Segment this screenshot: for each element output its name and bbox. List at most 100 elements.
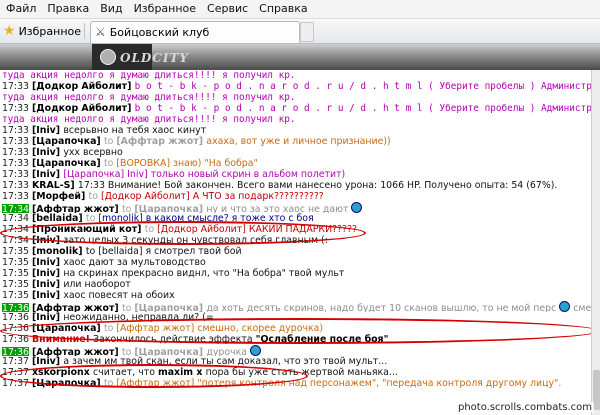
chat-text: ухх всервно	[63, 147, 123, 158]
chat-message: 17:36 [Аффтар жжот] to [Царапочка] да хо…	[0, 301, 591, 312]
chat-text: 17:35	[2, 246, 32, 257]
highlight-ring	[0, 221, 366, 245]
chat-message: 17:35 [Iniv] на скринах прекрасно виднл,…	[0, 268, 591, 279]
chat-text: 17:36	[2, 347, 30, 356]
chat-nick[interactable]: [Додкор Айболит]	[32, 81, 135, 92]
chat-nick[interactable]: [Морфей]	[32, 191, 89, 202]
chat-nick: [Аффтар жжот]	[116, 136, 207, 147]
chat-message: 17:36 [Аффтар жжот] to [Царапочка] дуроч…	[0, 345, 591, 356]
highlight-ring	[0, 364, 308, 388]
chat-text: to	[103, 158, 117, 169]
chat-text: to [bellaida] я смотрел твой бой	[85, 246, 242, 257]
watermark: photo.scrolls.combats.com	[455, 402, 594, 413]
chat-text: 17:33	[2, 158, 32, 169]
tab-combats[interactable]: ⚔ Бойцовский клуб	[90, 21, 300, 43]
divider	[84, 23, 85, 39]
chat-message: 17:34 [Аффтар жжот] to [Царапочка] ну и …	[0, 202, 591, 213]
chat-nick[interactable]: [Iniv]	[32, 279, 63, 290]
chat-nick[interactable]: [Iniv]	[32, 125, 63, 136]
chat-message: 17:33 [Царапочка] to [ВОРОВКА] знаю) "На…	[0, 158, 591, 169]
tab-bar: ★ Избранное ⚔ Бойцовский клуб	[0, 19, 600, 44]
chat-text: хаос дают за мультоводство	[63, 257, 206, 268]
chat-nick[interactable]: [monolik]	[32, 246, 86, 257]
chat-text: to	[121, 204, 135, 213]
chat-text: да хоть десять скринов, надо будет 10 ск…	[206, 303, 560, 312]
chat-text: 17:33	[2, 191, 32, 202]
emblem-icon	[100, 49, 116, 65]
chat-text: дурочка	[206, 347, 250, 356]
chat-nick[interactable]: KRAL-S]	[32, 180, 78, 191]
scrollbar-thumb[interactable]	[593, 370, 600, 410]
chat-message: 17:33 [Морфей] to [Додкор Айболит] А ЧТО…	[0, 191, 591, 202]
chat-text: [Додкор Айболит] А ЧТО за подарк????????…	[100, 191, 324, 202]
chat-message: 17:33 [Додкор Айболит] b o t - b k - p o…	[0, 103, 591, 114]
chat-text: туда акция недолго я думаю длиться!!!! я…	[2, 70, 296, 81]
chat-message: 17:33 [Iniv] всерьвно на тебя хаос кинут	[0, 125, 591, 136]
chat-nick[interactable]: [Аффтар жжот]	[32, 303, 122, 312]
favorites-label: Избранное	[18, 25, 82, 38]
chat-text: [Царапочка]	[63, 169, 128, 180]
menu-item-file[interactable]: Файл	[0, 0, 41, 15]
chat-message: 17:33 [Iniv] ухх всервно	[0, 147, 591, 158]
chat-text: или наоборот	[63, 279, 131, 290]
chat-message: 17:33 KRAL-S] 17:33 Внимание! Бой законч…	[0, 180, 591, 191]
chat-text: to	[121, 303, 135, 312]
chat-nick[interactable]: [Iniv]	[32, 290, 63, 301]
chat-text: 17:36	[2, 312, 32, 323]
chat-message: 17:35 [monolik] to [bellaida] я смотрел …	[0, 246, 591, 257]
chat-message: туда акция недолго я думаю длиться!!!! я…	[0, 114, 591, 125]
chat-text: b o t - b k - p o d . n a r o d . r u / …	[134, 103, 591, 114]
menu-item-favorites[interactable]: Избранное	[128, 0, 201, 15]
chat-text: туда акция недолго я думаю длиться!!!! я…	[2, 92, 296, 103]
chat-nick[interactable]: [Iniv]	[32, 268, 63, 279]
new-tab-button[interactable]	[300, 22, 314, 42]
chat-nick[interactable]: [Iniv]	[32, 312, 63, 323]
game-banner: OLDCITY	[0, 44, 600, 70]
chat-text: 17:34	[2, 213, 32, 224]
menu-item-help[interactable]: Справка	[253, 0, 312, 15]
chat-nick[interactable]: [Iniv]	[32, 356, 63, 367]
smiley-icon	[351, 202, 363, 213]
chat-message: 17:33 [Iniv] [Царапочка] Iniv] только но…	[0, 169, 591, 180]
chat-message: 17:33 [Царапочка] to [Аффтар жжот] ахаха…	[0, 136, 591, 147]
chat-text: 17:35	[2, 268, 32, 279]
chat-nick: [Царапочка]	[134, 303, 207, 312]
chat-nick[interactable]: [Царапочка]	[32, 158, 104, 169]
smiley-icon	[559, 301, 571, 312]
chat-text: 17:33 Внимание! Бой закончен. Всего вами…	[77, 180, 558, 191]
chat-message: 17:35 [Iniv] хаос повесят на обоих	[0, 290, 591, 301]
chat-text: на скринах прекрасно виднл, что "На бобр…	[63, 268, 345, 279]
chat-text: 17:37	[2, 356, 32, 367]
chat-text: to	[88, 191, 101, 202]
star-icon: ★	[3, 23, 16, 39]
chat-nick[interactable]: [Аффтар жжот]	[32, 204, 122, 213]
chat-nick[interactable]: [Iniv]	[32, 257, 63, 268]
chat-message: 17:35 [Iniv] хаос дают за мультоводство	[0, 257, 591, 268]
chat-nick[interactable]: [Iniv]	[32, 169, 63, 180]
favorites-button[interactable]: ★ Избранное	[3, 23, 81, 39]
chat-text: 17:33	[2, 81, 32, 92]
chat-text: 17:34	[2, 204, 30, 213]
chat-scrollbar[interactable]	[591, 70, 600, 415]
oldcity-logo: OLDCITY	[120, 51, 189, 65]
chat-nick[interactable]: [Додкор Айболит]	[32, 103, 135, 114]
menu-item-tools[interactable]: Сервис	[201, 0, 253, 15]
chat-nick[interactable]: [Царапочка]	[32, 136, 104, 147]
tab-title: Бойцовский клуб	[109, 26, 210, 39]
menu-item-edit[interactable]: Правка	[41, 0, 94, 15]
chat-text: [ВОРОВКА] знаю) "На бобра"	[116, 158, 258, 169]
chat-message: туда акция недолго я думаю длиться!!!! я…	[0, 70, 591, 81]
chat-text: to	[121, 347, 135, 356]
chat-nick[interactable]: [Iniv]	[32, 147, 63, 158]
chat-text: туда акция недолго я думаю длиться!!!! я…	[2, 114, 296, 125]
chat-text: 17:33	[2, 147, 32, 158]
chat-text: ну и что за это хаос не дают	[206, 204, 352, 213]
menu-item-view[interactable]: Вид	[94, 0, 127, 15]
chat-nick[interactable]: [Аффтар жжот]	[32, 347, 122, 356]
chat-message: туда акция недолго я думаю длиться!!!! я…	[0, 92, 591, 103]
highlight-ring	[0, 318, 600, 344]
chat-message: 17:33 [Додкор Айболит] b o t - b k - p o…	[0, 81, 591, 92]
chat-message: 17:35 [Iniv] или наоборот	[0, 279, 591, 290]
chat-text: 17:33	[2, 125, 32, 136]
chat-text: 17:33	[2, 169, 32, 180]
